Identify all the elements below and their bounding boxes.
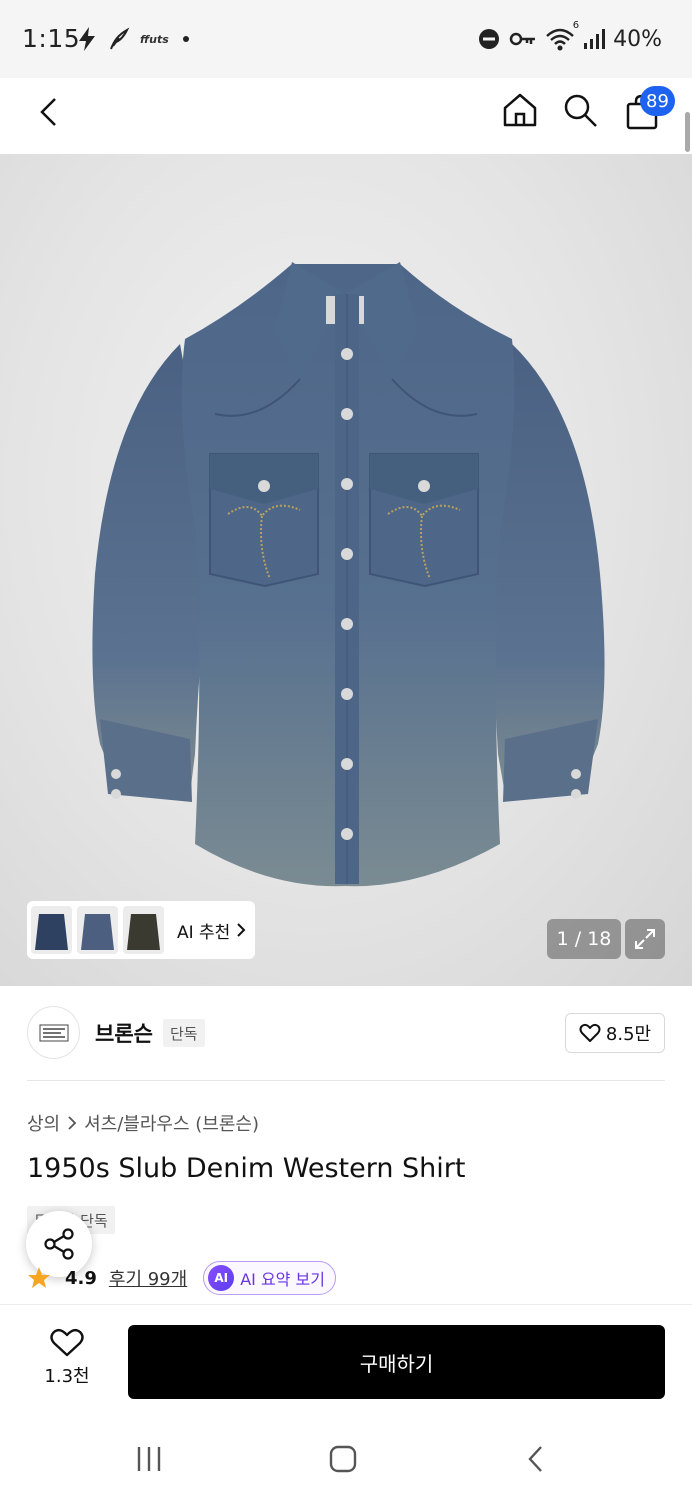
wifi-icon: 6 [545, 20, 579, 52]
home-nav-button[interactable] [322, 1440, 364, 1478]
status-time: 1:15 [22, 24, 81, 53]
back-nav-button[interactable] [518, 1440, 554, 1478]
status-bar: 1:15 ffuts 6 40% [0, 0, 692, 78]
back-nav-icon [528, 1446, 542, 1472]
wishlist-count: 1.3천 [44, 1366, 90, 1387]
home-nav-icon [329, 1445, 357, 1473]
heart-icon [579, 1023, 601, 1042]
search-icon [564, 94, 597, 127]
back-icon [40, 98, 56, 126]
ai-recommend-pill[interactable]: AI 추천 [27, 901, 255, 959]
chevron-right-icon [68, 1116, 77, 1130]
ai-chip-icon: AI [208, 1265, 235, 1291]
recents-button[interactable] [128, 1442, 170, 1476]
wishlist-button[interactable]: 1.3천 [30, 1328, 104, 1394]
breadcrumb-subcategory[interactable]: 셔츠/블라우스 (브론슨) [84, 1110, 259, 1136]
home-button[interactable] [500, 90, 540, 130]
expand-icon [635, 929, 655, 949]
ffuts-icon: ffuts [140, 32, 169, 46]
product-image[interactable] [0, 154, 692, 986]
rating-row: 4.9 후기 99개 AI AI 요약 보기 [27, 1261, 336, 1295]
image-counter: 1 / 18 [547, 919, 621, 959]
expand-button[interactable] [625, 919, 665, 959]
wifi-label: 6 [572, 20, 580, 31]
share-icon [44, 1228, 74, 1260]
status-right-icons: 6 40% [477, 20, 662, 54]
status-left-icons: ffuts [76, 24, 193, 54]
do-not-disturb-icon [479, 29, 500, 49]
brand-logo[interactable] [27, 1006, 80, 1059]
search-button[interactable] [560, 90, 600, 130]
dot-icon [182, 36, 189, 42]
system-nav-bar [0, 1416, 692, 1500]
buy-button[interactable]: 구매하기 [128, 1325, 665, 1399]
denim-shirt-image [92, 262, 605, 887]
breadcrumb: 상의 셔츠/블라우스 (브론슨) [27, 1110, 259, 1136]
key-icon [509, 32, 536, 46]
back-button[interactable] [28, 92, 68, 132]
thumb-denim-light[interactable] [77, 906, 118, 954]
exclusive-tag: 단독 [163, 1019, 205, 1047]
recents-icon [137, 1447, 161, 1471]
home-icon [503, 93, 537, 127]
thumb-jacket-olive[interactable] [123, 906, 164, 954]
lightning-icon [79, 27, 95, 51]
divider [27, 1080, 665, 1081]
cart-count-badge: 89 [640, 86, 675, 116]
breadcrumb-category[interactable]: 상의 [27, 1110, 60, 1136]
scrollbar[interactable] [685, 112, 690, 152]
signal-icon [584, 29, 606, 49]
reviews-link[interactable]: 후기 99개 [109, 1265, 187, 1291]
battery-level: 40% [613, 26, 662, 52]
thumb-denim-dark[interactable] [31, 906, 72, 954]
rating-value: 4.9 [65, 1267, 97, 1289]
heart-icon [50, 1328, 84, 1357]
product-title: 1950s Slub Denim Western Shirt [27, 1153, 466, 1184]
ai-summary-label: AI 요약 보기 [240, 1270, 325, 1289]
brand-logo-mark [39, 1024, 68, 1041]
ai-recommend-label: AI 추천 [177, 922, 231, 943]
ai-summary-button[interactable]: AI AI 요약 보기 [203, 1261, 336, 1295]
star-icon [28, 1267, 50, 1288]
chevron-right-icon [237, 923, 246, 937]
feather-icon [110, 27, 130, 50]
brand-name[interactable]: 브론슨 [95, 1018, 153, 1048]
brand-like-count: 8.5만 [605, 1024, 652, 1045]
brand-like-button[interactable]: 8.5만 [565, 1013, 665, 1053]
